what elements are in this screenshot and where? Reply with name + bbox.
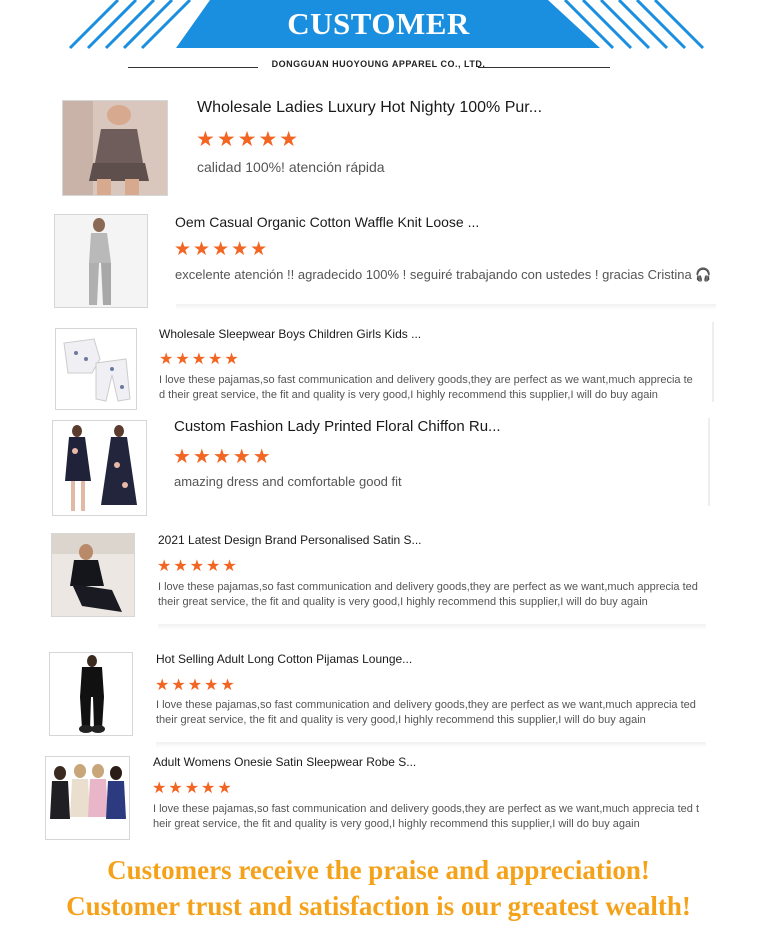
- rating-stars: ★★★★★: [173, 446, 273, 468]
- page-title: CUSTOMER FEEDBACK: [287, 6, 470, 81]
- footer-slogan-1: Customers receive the praise and appreci…: [107, 855, 650, 885]
- card-edge: [708, 418, 710, 506]
- product-title[interactable]: Oem Casual Organic Cotton Waffle Knit Lo…: [175, 214, 479, 230]
- product-title[interactable]: Custom Fashion Lady Printed Floral Chiff…: [174, 418, 501, 435]
- company-name: DONGGUAN HUOYOUNG APPAREL CO., LTD.: [271, 59, 486, 69]
- product-image-group-robes[interactable]: [45, 756, 130, 840]
- review-comment: amazing dress and comfortable good fit: [174, 474, 402, 489]
- product-image-grey-jumpsuit[interactable]: [54, 214, 148, 308]
- product-title[interactable]: Adult Womens Onesie Satin Sleepwear Robe…: [153, 755, 416, 769]
- product-image-black-satin-pajama[interactable]: [51, 533, 135, 617]
- review-comment: I love these pajamas,so fast communicati…: [158, 581, 698, 608]
- rating-stars: ★★★★★: [159, 351, 241, 368]
- review-comment: excelente atención !! agradecido 100% ! …: [175, 267, 712, 282]
- rating-stars: ★★★★★: [196, 128, 301, 151]
- product-image-satin-cami[interactable]: [62, 100, 168, 196]
- product-title[interactable]: Hot Selling Adult Long Cotton Pijamas Lo…: [156, 652, 412, 666]
- review-comment: I love these pajamas,so fast communicati…: [156, 699, 696, 726]
- card-divider: [176, 304, 716, 310]
- product-image-feather-pajama[interactable]: [49, 652, 133, 736]
- review-item[interactable]: 2021 Latest Design Brand Personalised Sa…: [0, 528, 757, 632]
- product-image-floral-dress[interactable]: [52, 420, 147, 516]
- review-comment: calidad 100%! atención rápida: [197, 159, 385, 175]
- product-title[interactable]: Wholesale Ladies Luxury Hot Nighty 100% …: [197, 99, 542, 117]
- review-item[interactable]: Custom Fashion Lady Printed Floral Chiff…: [0, 414, 757, 516]
- footer-slogan-2: Customer trust and satisfaction is our g…: [66, 891, 691, 921]
- review-item[interactable]: Wholesale Sleepwear Boys Children Girls …: [0, 322, 757, 412]
- product-title[interactable]: 2021 Latest Design Brand Personalised Sa…: [158, 533, 422, 547]
- review-item[interactable]: Hot Selling Adult Long Cotton Pijamas Lo…: [0, 648, 757, 748]
- card-edge: [712, 322, 714, 402]
- rating-stars: ★★★★★: [155, 677, 237, 694]
- review-item[interactable]: Oem Casual Organic Cotton Waffle Knit Lo…: [0, 210, 757, 320]
- review-item[interactable]: Adult Womens Onesie Satin Sleepwear Robe…: [0, 752, 757, 842]
- rating-stars: ★★★★★: [152, 780, 234, 797]
- review-comment: I love these pajamas,so fast communicati…: [153, 803, 700, 830]
- product-image-kids-pajama[interactable]: [55, 328, 137, 410]
- feedback-header: CUSTOMER FEEDBACK DONGGUAN HUOYOUNG APPA…: [0, 0, 757, 81]
- product-title[interactable]: Wholesale Sleepwear Boys Children Girls …: [159, 327, 421, 341]
- rating-stars: ★★★★★: [157, 558, 239, 575]
- review-comment: I love these pajamas,so fast communicati…: [159, 374, 693, 401]
- card-divider: [158, 624, 706, 630]
- card-divider: [156, 742, 706, 748]
- rating-stars: ★★★★★: [174, 239, 270, 260]
- review-item[interactable]: Wholesale Ladies Luxury Hot Nighty 100% …: [0, 90, 757, 200]
